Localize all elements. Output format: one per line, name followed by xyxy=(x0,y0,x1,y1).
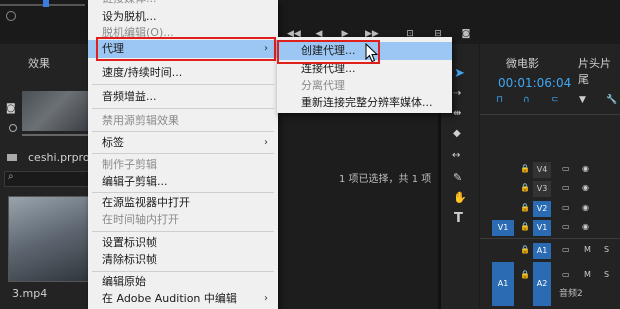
pen-tool-icon[interactable]: ✎ xyxy=(453,171,462,184)
snapshot-icon[interactable]: ◙ xyxy=(6,103,16,114)
track-lock-v4[interactable]: 🔒 xyxy=(520,164,530,173)
menu-separator xyxy=(92,271,274,272)
track-eye-icon-v4[interactable]: ◉ xyxy=(582,164,589,173)
type-tool-icon[interactable]: T xyxy=(454,211,463,226)
selection-tool-icon[interactable]: ➤ xyxy=(454,66,465,81)
menu-separator xyxy=(92,231,274,232)
menu-item-audio-gain[interactable]: 音频增益... xyxy=(88,88,278,106)
project-name: ceshi.prproj xyxy=(28,151,93,164)
snap-icon[interactable]: ∩ xyxy=(523,95,530,105)
thumbnail-scrubber[interactable] xyxy=(22,134,90,136)
menu-separator xyxy=(92,84,274,85)
menu-item-label[interactable]: 标签 › xyxy=(88,134,278,152)
track-a1[interactable]: A1 xyxy=(533,243,551,259)
tab-timeline-other[interactable]: 片头片尾 xyxy=(578,55,620,87)
nest-icon[interactable]: ⊓ xyxy=(496,95,503,105)
track-solo-a2[interactable]: S xyxy=(604,270,609,279)
track-v2[interactable]: V2 xyxy=(533,201,551,217)
project-search-input[interactable] xyxy=(4,171,90,187)
menu-item-edit-in-audition-label: 在 Adobe Audition 中编辑 xyxy=(102,292,237,305)
track-separator xyxy=(480,114,620,115)
track-output-icon-v4[interactable]: ▭ xyxy=(562,164,570,173)
menu-separator xyxy=(92,131,274,132)
menu-item-speed-duration[interactable]: 速度/持续时间... xyxy=(88,64,278,82)
menu-item-disable-master-effects[interactable]: 禁用源剪辑效果 xyxy=(88,112,278,130)
ripple-edit-icon[interactable]: ⇹ xyxy=(453,108,461,119)
track-output-icon-a2[interactable]: ▭ xyxy=(562,270,570,279)
menu-item-label-text: 标签 xyxy=(102,136,124,149)
chevron-right-icon: › xyxy=(264,137,268,148)
track-lock-a1[interactable]: 🔒 xyxy=(520,245,530,254)
track-v4[interactable]: V4 xyxy=(533,162,551,178)
menu-item-make-subclip[interactable]: 制作子剪辑 xyxy=(88,156,278,174)
search-icon: ⌕ xyxy=(8,171,14,182)
track-lock-v1[interactable]: 🔒 xyxy=(520,222,530,231)
submenu-item-detach-proxy[interactable]: 分离代理 xyxy=(277,77,452,95)
menu-item-edit-in-audition[interactable]: 在 Adobe Audition 中编辑 › xyxy=(88,290,278,308)
menu-item-link-media[interactable]: 链接媒体... xyxy=(88,0,278,8)
track-solo-a1[interactable]: S xyxy=(604,245,609,254)
slip-tool-icon[interactable]: ↔ xyxy=(452,150,460,161)
submenu-item-reconnect-full-res[interactable]: 重新连接完整分辨率媒体... xyxy=(277,94,452,112)
scrubber-handle[interactable] xyxy=(9,124,17,132)
hand-tool-icon[interactable]: ✋ xyxy=(453,191,467,204)
track-a2[interactable]: A2 xyxy=(533,262,551,306)
audio-track-name-a2: 音频2 xyxy=(559,289,583,299)
camera-icon[interactable]: ◙ xyxy=(460,28,472,40)
menu-item-set-poster-frame[interactable]: 设置标识帧 xyxy=(88,234,278,252)
program-panel xyxy=(278,110,438,309)
track-mute-a2[interactable]: M xyxy=(584,270,591,279)
track-lock-a2[interactable]: 🔒 xyxy=(520,270,530,279)
track-v3[interactable]: V3 xyxy=(533,181,551,197)
track-eye-icon-v3[interactable]: ◉ xyxy=(582,183,589,192)
source-patch-v1[interactable]: V1 xyxy=(492,220,514,236)
track-lock-v2[interactable]: 🔒 xyxy=(520,203,530,212)
track-eye-icon-v2[interactable]: ◉ xyxy=(582,203,589,212)
menu-item-clear-poster-frame[interactable]: 清除标识帧 xyxy=(88,251,278,269)
track-v1[interactable]: V1 xyxy=(533,220,551,236)
menu-item-edit-original[interactable]: 编辑原始 xyxy=(88,273,278,291)
playhead-marker[interactable] xyxy=(43,0,49,7)
tab-effects[interactable]: 效果 xyxy=(28,55,50,71)
clip-thumbnail[interactable] xyxy=(8,196,92,282)
mouse-cursor-icon xyxy=(365,43,379,63)
menu-separator xyxy=(92,108,274,109)
track-output-icon-v3[interactable]: ▭ xyxy=(562,183,570,192)
track-eye-icon-v1[interactable]: ◉ xyxy=(582,222,589,231)
track-output-icon-v2[interactable]: ▭ xyxy=(562,203,570,212)
selection-status: 1 项已选择，共 1 项 xyxy=(339,174,432,185)
clip-name: 3.mp4 xyxy=(12,287,48,300)
timecode[interactable]: 00:01:06:04 xyxy=(498,76,571,90)
tab-timeline[interactable]: 微电影 xyxy=(506,55,539,71)
track-output-icon-a1[interactable]: ▭ xyxy=(562,245,570,254)
linked-selection-icon[interactable]: ⊂ xyxy=(551,95,559,105)
track-select-icon[interactable]: ⇢ xyxy=(453,88,461,99)
annotation-red-box-proxy xyxy=(96,37,276,61)
ruler-handle-left[interactable] xyxy=(6,11,16,21)
menu-separator xyxy=(92,192,274,193)
menu-separator xyxy=(92,153,274,154)
folder-icon xyxy=(7,154,17,161)
chevron-right-icon: › xyxy=(264,293,268,304)
add-marker-icon[interactable]: ▼ xyxy=(579,95,586,105)
menu-item-open-in-source-monitor[interactable]: 在源监视器中打开 xyxy=(88,194,278,212)
menu-item-edit-subclip[interactable]: 编辑子剪辑... xyxy=(88,173,278,191)
track-mute-a1[interactable]: M xyxy=(584,245,591,254)
source-thumbnail[interactable] xyxy=(22,91,90,131)
source-patch-a1[interactable]: A1 xyxy=(492,262,514,306)
razor-tool-icon[interactable]: ◆ xyxy=(453,128,461,139)
track-output-icon-v1[interactable]: ▭ xyxy=(562,222,570,231)
menu-item-open-in-timeline[interactable]: 在时间轴内打开 xyxy=(88,211,278,229)
track-lock-v3[interactable]: 🔒 xyxy=(520,183,530,192)
audio-separator xyxy=(480,238,620,239)
wrench-icon[interactable]: 🔧 xyxy=(606,95,617,105)
